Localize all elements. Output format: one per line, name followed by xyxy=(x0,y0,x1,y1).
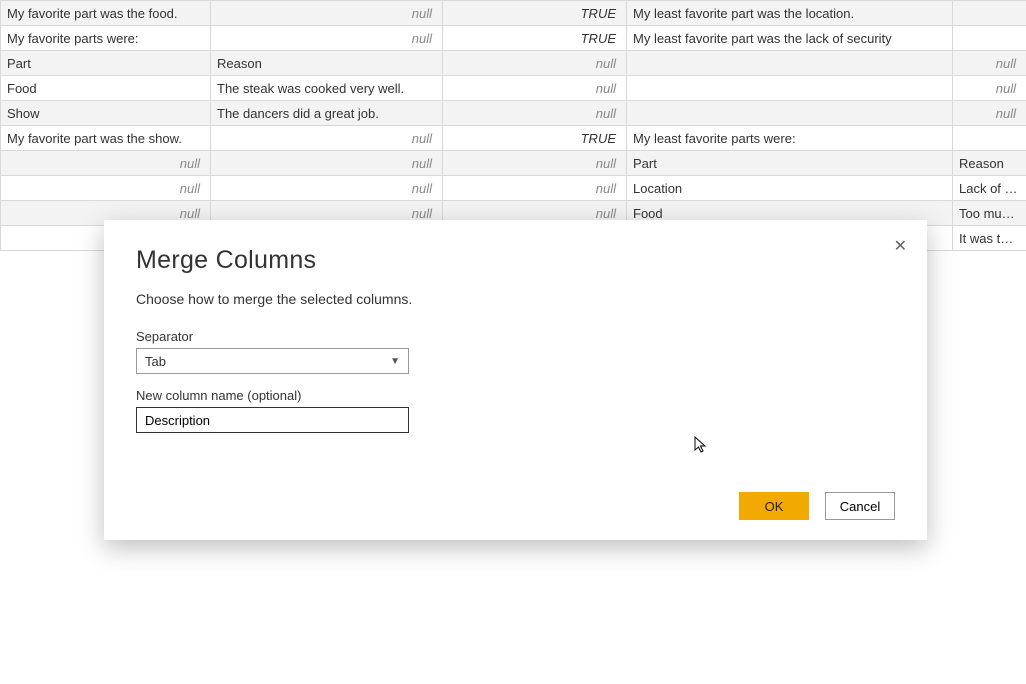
table-row[interactable]: nullnullnullLocationLack of security xyxy=(1,176,1026,201)
table-row[interactable]: My favorite part was the show.nullTRUEMy… xyxy=(1,126,1026,151)
table-cell[interactable]: null xyxy=(443,176,627,201)
table-cell[interactable]: Reason xyxy=(211,51,443,76)
table-cell[interactable]: Too much salt xyxy=(953,201,1026,226)
table-cell[interactable]: null xyxy=(953,101,1026,126)
separator-label: Separator xyxy=(136,329,895,344)
table-cell[interactable]: My least favorite parts were: xyxy=(627,126,953,151)
table-cell[interactable]: My favorite parts were: xyxy=(1,26,211,51)
new-column-name-label: New column name (optional) xyxy=(136,388,895,403)
table-cell[interactable]: TRUE xyxy=(443,26,627,51)
table-cell[interactable]: null xyxy=(1,151,211,176)
data-grid[interactable]: My favorite part was the food.nullTRUEMy… xyxy=(0,0,1026,251)
table-cell[interactable]: null xyxy=(1,176,211,201)
table-cell[interactable] xyxy=(627,101,953,126)
table-cell[interactable] xyxy=(953,126,1026,151)
table-cell[interactable]: null xyxy=(953,76,1026,101)
chevron-down-icon: ▼ xyxy=(390,356,400,367)
table-cell[interactable]: Part xyxy=(1,51,211,76)
cancel-button[interactable]: Cancel xyxy=(825,492,895,520)
dialog-title: Merge Columns xyxy=(136,246,895,275)
table-cell[interactable]: My favorite part was the food. xyxy=(1,1,211,26)
ok-button[interactable]: OK xyxy=(739,492,809,520)
table-cell[interactable]: TRUE xyxy=(443,1,627,26)
table-cell[interactable]: null xyxy=(443,76,627,101)
table-cell[interactable]: My least favorite part was the location. xyxy=(627,1,953,26)
table-cell[interactable]: null xyxy=(443,51,627,76)
table-cell[interactable]: Lack of security xyxy=(953,176,1026,201)
table-cell[interactable]: null xyxy=(443,101,627,126)
table-cell[interactable]: Show xyxy=(1,101,211,126)
close-icon[interactable]: ✕ xyxy=(888,232,913,260)
separator-value: Tab xyxy=(145,354,166,369)
table-cell[interactable]: null xyxy=(211,151,443,176)
table-cell[interactable] xyxy=(953,1,1026,26)
table-cell[interactable]: Location xyxy=(627,176,953,201)
table-cell[interactable] xyxy=(953,26,1026,51)
table-cell[interactable]: null xyxy=(211,126,443,151)
merge-columns-dialog: ✕ Merge Columns Choose how to merge the … xyxy=(104,220,927,540)
table-cell[interactable]: null xyxy=(443,151,627,176)
table-cell[interactable]: My favorite part was the show. xyxy=(1,126,211,151)
table-cell[interactable]: null xyxy=(211,26,443,51)
table-cell[interactable]: The dancers did a great job. xyxy=(211,101,443,126)
table-cell[interactable]: Part xyxy=(627,151,953,176)
table-cell[interactable]: The steak was cooked very well. xyxy=(211,76,443,101)
table-cell[interactable]: null xyxy=(953,51,1026,76)
table-row[interactable]: PartReasonnullnull xyxy=(1,51,1026,76)
table-cell[interactable]: Reason xyxy=(953,151,1026,176)
table-row[interactable]: nullnullnullPartReason xyxy=(1,151,1026,176)
table-cell[interactable] xyxy=(627,51,953,76)
table-cell[interactable]: null xyxy=(211,1,443,26)
table-cell[interactable]: It was too cold xyxy=(953,226,1026,251)
new-column-name-input[interactable] xyxy=(136,407,409,433)
table-cell[interactable]: Food xyxy=(1,76,211,101)
table-row[interactable]: ShowThe dancers did a great job.nullnull xyxy=(1,101,1026,126)
table-row[interactable]: My favorite part was the food.nullTRUEMy… xyxy=(1,1,1026,26)
table-row[interactable]: My favorite parts were:nullTRUEMy least … xyxy=(1,26,1026,51)
table-cell[interactable]: My least favorite part was the lack of s… xyxy=(627,26,953,51)
table-cell[interactable]: null xyxy=(211,176,443,201)
table-row[interactable]: FoodThe steak was cooked very well.nulln… xyxy=(1,76,1026,101)
dialog-description: Choose how to merge the selected columns… xyxy=(136,291,895,307)
table-cell[interactable] xyxy=(627,76,953,101)
separator-dropdown[interactable]: Tab ▼ xyxy=(136,348,409,374)
table-cell[interactable]: TRUE xyxy=(443,126,627,151)
